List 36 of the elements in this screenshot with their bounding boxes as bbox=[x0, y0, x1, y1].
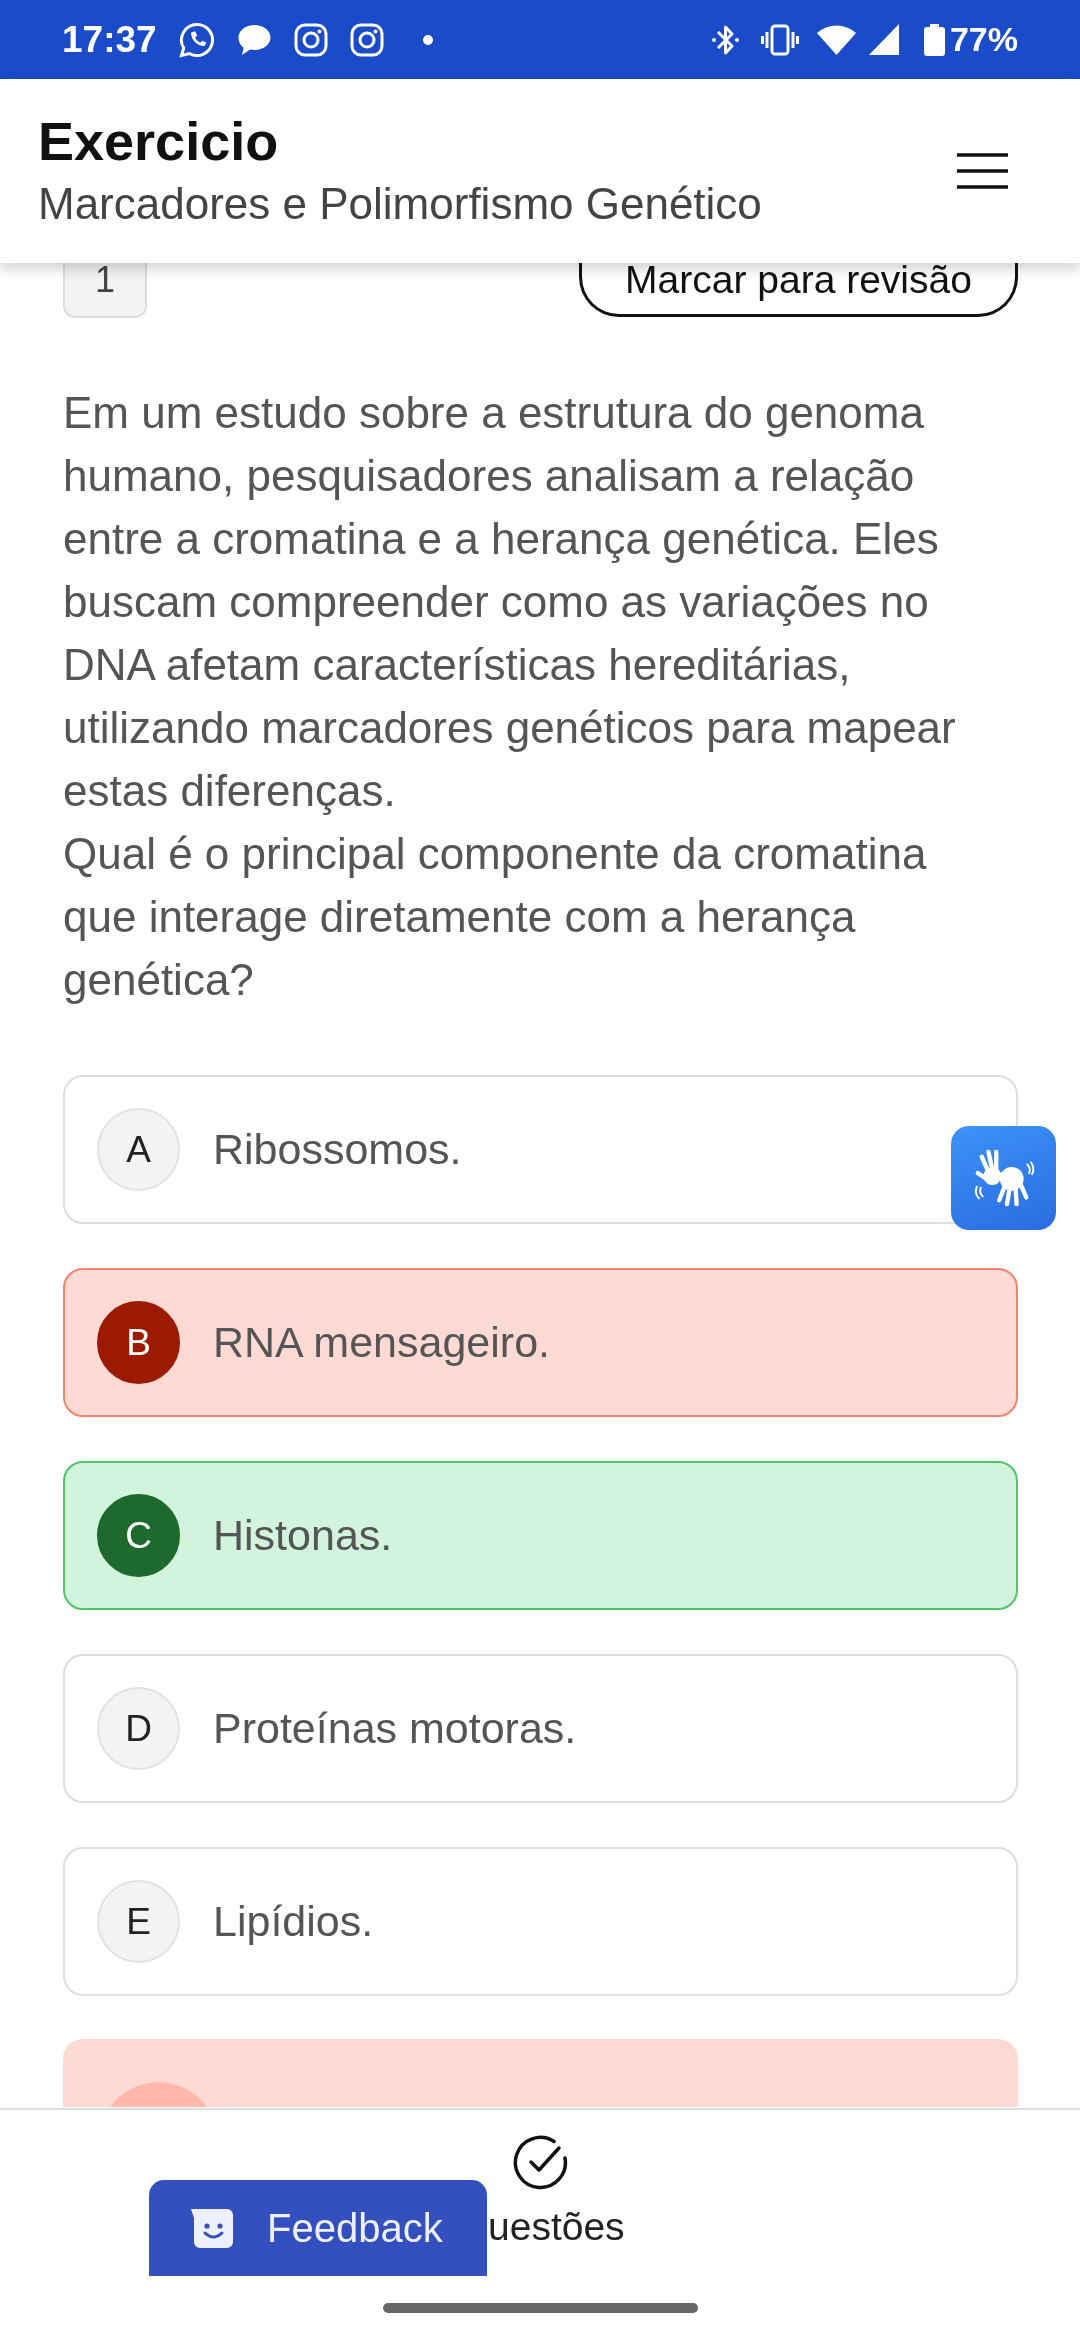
vibrate-icon bbox=[760, 23, 799, 56]
review-button[interactable]: Marcar para revisão bbox=[579, 263, 1018, 317]
menu-button[interactable] bbox=[957, 153, 1008, 189]
feedback-button[interactable]: Feedback bbox=[149, 2180, 487, 2276]
wifi-icon bbox=[816, 24, 856, 55]
battery-percent: 77% bbox=[949, 20, 1018, 59]
header-subtitle: Marcadores e Polimorfismo Genético bbox=[38, 182, 762, 226]
hands-icon bbox=[972, 1147, 1035, 1209]
signal-icon bbox=[868, 24, 899, 55]
result-icon bbox=[110, 2082, 207, 2107]
sign-language-button[interactable] bbox=[951, 1126, 1056, 1230]
answer-option[interactable]: B RNA mensageiro. bbox=[63, 1268, 1018, 1417]
nav-tab[interactable]: uestões bbox=[488, 2134, 625, 2250]
camera-icon bbox=[293, 22, 328, 57]
question-text: Em um estudo sobre a estrutura do genoma humano, pesquisadores analisam a relação entre a cromatina e a herança genética. Eles buscam compreender como as variações no DNA afetam características hereditárias, utilizando marcadores genéticos para mapear estas diferenças. bbox=[63, 387, 957, 817]
answer-option[interactable]: E Lipídios. bbox=[63, 1847, 1018, 1996]
option-letter: E bbox=[97, 1880, 180, 1963]
camera-icon bbox=[349, 22, 384, 57]
phone-chat-icon bbox=[178, 21, 215, 58]
battery-icon bbox=[923, 23, 945, 56]
question-text: Qual é o principal componente da cromatina que interage diretamente com a herança genética? bbox=[63, 828, 928, 1006]
smiley-icon bbox=[191, 2208, 233, 2248]
dot-icon bbox=[422, 34, 433, 45]
question-number: 1 bbox=[63, 263, 147, 318]
option-letter: C bbox=[97, 1494, 180, 1577]
chat-bubble-icon bbox=[236, 23, 272, 56]
menu-icon bbox=[957, 153, 1008, 189]
option-letter: B bbox=[97, 1301, 180, 1384]
check-circle-icon bbox=[512, 2134, 569, 2191]
answer-option[interactable]: C Histonas. bbox=[63, 1461, 1018, 1610]
option-letter: A bbox=[97, 1108, 180, 1191]
status-time: 17:37 bbox=[62, 18, 157, 61]
option-letter: D bbox=[97, 1687, 180, 1770]
answer-option[interactable]: A Ribossomos. bbox=[63, 1075, 1018, 1224]
header-title: Exercicio bbox=[38, 114, 280, 168]
answer-option[interactable]: D Proteínas motoras. bbox=[63, 1654, 1018, 1803]
